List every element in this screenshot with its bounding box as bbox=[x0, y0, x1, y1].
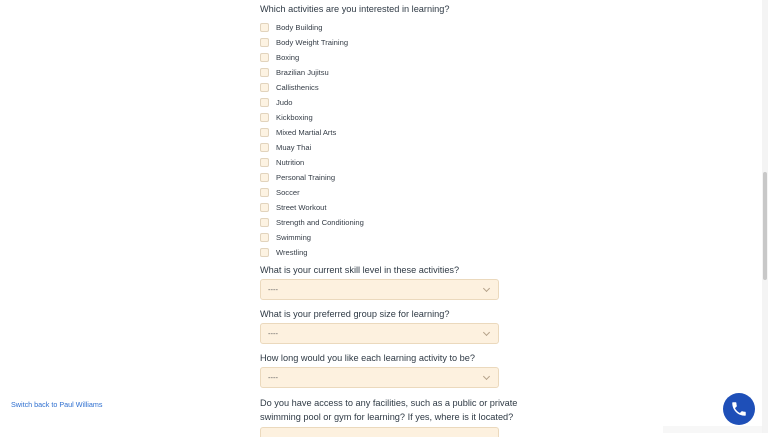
switch-back-link[interactable]: Switch back to Paul Williams bbox=[11, 400, 102, 409]
select-value: ---- bbox=[268, 285, 278, 294]
select-value: ---- bbox=[268, 373, 278, 382]
option-nutrition[interactable]: Nutrition bbox=[260, 156, 304, 168]
option-label: Judo bbox=[276, 97, 293, 107]
option-label: Personal Training bbox=[276, 172, 336, 182]
skill-level-question: What is your current skill level in thes… bbox=[260, 265, 460, 275]
checkbox[interactable] bbox=[260, 217, 269, 227]
option-brazilian-jujitsu[interactable]: Brazilian Jujitsu bbox=[260, 66, 329, 78]
checkbox[interactable] bbox=[260, 187, 269, 197]
checkbox[interactable] bbox=[260, 202, 269, 212]
option-label: Boxing bbox=[276, 52, 300, 62]
option-wrestling[interactable]: Wrestling bbox=[260, 246, 308, 258]
duration-select[interactable]: ---- bbox=[260, 367, 499, 388]
checkbox[interactable] bbox=[260, 232, 269, 242]
activities-question: Which activities are you interested in l… bbox=[260, 4, 450, 14]
option-personal-training[interactable]: Personal Training bbox=[260, 171, 335, 183]
skill-level-select[interactable]: ---- bbox=[260, 279, 499, 300]
option-strength-and-conditioning[interactable]: Strength and Conditioning bbox=[260, 216, 364, 228]
option-muay-thai[interactable]: Muay Thai bbox=[260, 141, 311, 153]
checkbox[interactable] bbox=[260, 112, 269, 122]
checkbox[interactable] bbox=[260, 247, 269, 257]
select-value: ---- bbox=[268, 329, 278, 338]
checkbox[interactable] bbox=[260, 37, 269, 47]
checkbox[interactable] bbox=[260, 157, 269, 167]
option-boxing[interactable]: Boxing bbox=[260, 51, 299, 63]
facilities-question-line2: swimming pool or gym for learning? If ye… bbox=[260, 412, 514, 422]
option-swimming[interactable]: Swimming bbox=[260, 231, 311, 243]
option-street-workout[interactable]: Street Workout bbox=[260, 201, 327, 213]
option-label: Body Building bbox=[276, 22, 323, 32]
checkbox[interactable] bbox=[260, 127, 269, 137]
chevron-down-icon bbox=[482, 284, 491, 293]
option-label: Wrestling bbox=[276, 247, 308, 257]
checkbox[interactable] bbox=[260, 82, 269, 92]
phone-icon bbox=[730, 400, 748, 418]
option-label: Body Weight Training bbox=[276, 37, 349, 47]
chevron-down-icon bbox=[482, 328, 491, 337]
checkbox[interactable] bbox=[260, 142, 269, 152]
option-label: Strength and Conditioning bbox=[276, 217, 364, 227]
option-judo[interactable]: Judo bbox=[260, 96, 292, 108]
bottom-edge-shadow bbox=[663, 426, 763, 433]
checkbox[interactable] bbox=[260, 97, 269, 107]
option-label: Swimming bbox=[276, 232, 312, 242]
option-body-weight-training[interactable]: Body Weight Training bbox=[260, 36, 348, 48]
checkbox[interactable] bbox=[260, 22, 269, 32]
option-label: Mixed Martial Arts bbox=[276, 127, 337, 137]
checkbox[interactable] bbox=[260, 172, 269, 182]
option-label: Soccer bbox=[276, 187, 300, 197]
option-label: Kickboxing bbox=[276, 112, 313, 122]
scrollbar-thumb[interactable] bbox=[763, 172, 767, 280]
option-body-building[interactable]: Body Building bbox=[260, 21, 322, 33]
facilities-input[interactable] bbox=[260, 427, 499, 437]
checkbox[interactable] bbox=[260, 52, 269, 62]
option-callisthenics[interactable]: Callisthenics bbox=[260, 81, 319, 93]
chevron-down-icon bbox=[482, 372, 491, 381]
checkbox[interactable] bbox=[260, 67, 269, 77]
option-kickboxing[interactable]: Kickboxing bbox=[260, 111, 313, 123]
option-label: Callisthenics bbox=[276, 82, 319, 92]
option-label: Brazilian Jujitsu bbox=[276, 67, 329, 77]
option-label: Street Workout bbox=[276, 202, 327, 212]
call-button[interactable] bbox=[723, 393, 755, 425]
duration-question: How long would you like each learning ac… bbox=[260, 353, 476, 363]
facilities-question-line1: Do you have access to any facilities, su… bbox=[260, 398, 518, 408]
group-size-question: What is your preferred group size for le… bbox=[260, 309, 450, 319]
option-label: Nutrition bbox=[276, 157, 305, 167]
group-size-select[interactable]: ---- bbox=[260, 323, 499, 344]
option-soccer[interactable]: Soccer bbox=[260, 186, 300, 198]
option-mixed-martial-arts[interactable]: Mixed Martial Arts bbox=[260, 126, 336, 138]
option-label: Muay Thai bbox=[276, 142, 312, 152]
